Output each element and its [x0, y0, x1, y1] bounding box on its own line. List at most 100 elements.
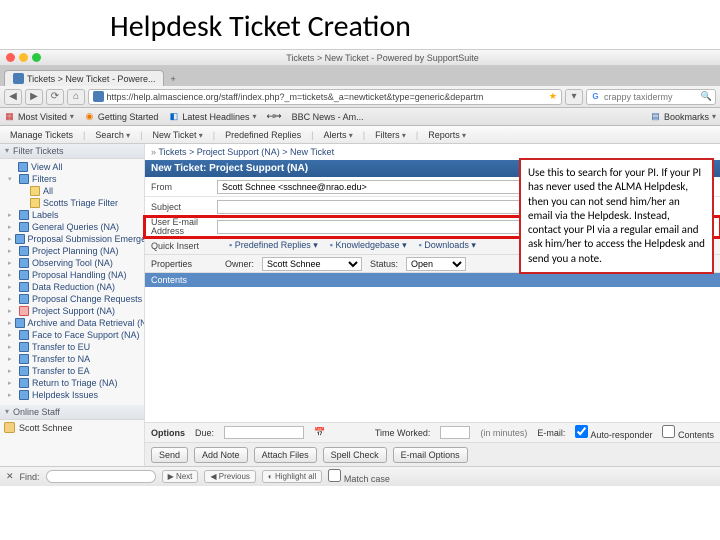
cb-contents[interactable]: Contents — [662, 425, 714, 440]
spell-check-button[interactable]: Spell Check — [323, 447, 387, 463]
minimize-icon[interactable] — [19, 53, 28, 62]
home-button[interactable]: ⌂ — [67, 89, 85, 105]
bm-bbc[interactable]: BBC News - Am... — [292, 112, 364, 122]
tree-label: Face to Face Support (NA) — [32, 330, 140, 340]
bm-latest-headlines[interactable]: ◧Latest Headlines ▾ — [168, 111, 256, 122]
tree-label: Helpdesk Issues — [32, 390, 98, 400]
tree-label: View All — [31, 162, 62, 172]
tree-project-support[interactable]: Project Support (NA) — [4, 305, 144, 317]
google-icon: G — [590, 91, 601, 102]
tree-return-triage[interactable]: Return to Triage (NA) — [4, 377, 144, 389]
menu-search[interactable]: Search — [91, 130, 134, 140]
folder-icon — [19, 378, 29, 388]
tree-data-reduction[interactable]: Data Reduction (NA) — [4, 281, 144, 293]
tree-label: Archive and Data Retrieval (NA) — [28, 318, 144, 328]
button-row: Send Add Note Attach Files Spell Check E… — [145, 442, 720, 466]
tree-scotts-filter[interactable]: Scotts Triage Filter — [4, 197, 144, 209]
menu-alerts[interactable]: Alerts — [320, 130, 357, 140]
rss-icon: ◧ — [168, 111, 179, 122]
cb-autoresponder[interactable]: Auto-responder — [575, 425, 652, 440]
tab-label: Tickets > New Ticket - Powere... — [27, 74, 155, 84]
tree-view-all[interactable]: View All — [4, 161, 144, 173]
search-icon[interactable]: 🔍 — [701, 91, 712, 102]
folder-icon — [19, 294, 29, 304]
browser-tab[interactable]: Tickets > New Ticket - Powere... — [4, 70, 164, 86]
tree-helpdesk-issues[interactable]: Helpdesk Issues — [4, 389, 144, 401]
owner-label: Owner: — [225, 259, 254, 269]
star-icon[interactable]: ★ — [549, 91, 557, 102]
tree-transfer-na[interactable]: Transfer to NA — [4, 353, 144, 365]
back-button[interactable]: ◀ — [4, 89, 22, 105]
options-label: Options — [151, 428, 185, 438]
tree-filters[interactable]: Filters — [4, 173, 144, 185]
forward-button[interactable]: ▶ — [25, 89, 43, 105]
qi-predef[interactable]: Predefined Replies ▾ — [229, 240, 318, 251]
bm-getting-started[interactable]: ◉Getting Started — [84, 111, 159, 122]
tree-general-queries[interactable]: General Queries (NA) — [4, 221, 144, 233]
browser-search[interactable]: G crappy taxidermy 🔍 — [586, 89, 716, 105]
editor-area[interactable] — [145, 287, 720, 422]
find-prev-button[interactable]: ◀ Previous — [204, 470, 256, 483]
status-label: Status: — [370, 259, 398, 269]
email-options-button[interactable]: E-mail Options — [393, 447, 468, 463]
url-text: https://help.almascience.org/staff/index… — [107, 92, 484, 102]
menu-predef-replies[interactable]: Predefined Replies — [221, 130, 305, 140]
menu-reports[interactable]: Reports — [424, 130, 470, 140]
tree-transfer-ea[interactable]: Transfer to EA — [4, 365, 144, 377]
menu-manage-tickets[interactable]: Manage Tickets — [6, 130, 77, 140]
tree-f2f-support[interactable]: Face to Face Support (NA) — [4, 329, 144, 341]
status-select[interactable]: Open — [406, 257, 466, 271]
attach-files-button[interactable]: Attach Files — [254, 447, 317, 463]
dropdown-button[interactable]: ▾ — [565, 89, 583, 105]
bm-bookmarks-menu[interactable]: ▤Bookmarks ▾ — [650, 111, 716, 122]
bm-label: Bookmarks — [664, 112, 709, 122]
close-icon[interactable] — [6, 53, 15, 62]
folder-icon — [19, 258, 29, 268]
owner-select[interactable]: Scott Schnee — [262, 257, 362, 271]
reload-button[interactable]: ⟳ — [46, 89, 64, 105]
folder-icon — [19, 282, 29, 292]
tree-proposal-emergency[interactable]: Proposal Submission Emergency — [4, 233, 144, 245]
qi-knowledgebase[interactable]: Knowledgebase ▾ — [330, 240, 407, 251]
menu-filters[interactable]: Filters — [371, 130, 410, 140]
find-input[interactable] — [46, 470, 156, 483]
find-close-icon[interactable]: ✕ — [6, 471, 14, 482]
tree-labels[interactable]: Labels — [4, 209, 144, 221]
bm-most-visited[interactable]: ▦Most Visited ▾ — [4, 111, 74, 122]
bookmarks-icon: ▤ — [650, 111, 661, 122]
browser-window: Tickets > New Ticket - Powered by Suppor… — [0, 49, 720, 486]
due-input[interactable] — [224, 426, 304, 439]
find-next-button[interactable]: ▶ Next — [162, 470, 199, 483]
folder-icon — [18, 162, 28, 172]
find-matchcase[interactable]: Match case — [328, 469, 390, 484]
staff-entry[interactable]: Scott Schnee — [0, 420, 144, 435]
tree-archive[interactable]: Archive and Data Retrieval (NA) — [4, 317, 144, 329]
tree-change-requests[interactable]: Proposal Change Requests — [4, 293, 144, 305]
new-tab-button[interactable]: + — [164, 72, 181, 86]
window-title: Tickets > New Ticket - Powered by Suppor… — [45, 53, 720, 63]
tree-transfer-eu[interactable]: Transfer to EU — [4, 341, 144, 353]
tree-label: Project Support (NA) — [32, 306, 115, 316]
tree-all[interactable]: All — [4, 185, 144, 197]
zoom-icon[interactable] — [32, 53, 41, 62]
sidebar-staff-header[interactable]: Online Staff — [0, 405, 144, 420]
tree-project-planning[interactable]: Project Planning (NA) — [4, 245, 144, 257]
menu-new-ticket[interactable]: New Ticket — [149, 130, 207, 140]
bookmark-bar: ▦Most Visited ▾ ◉Getting Started ◧Latest… — [0, 108, 720, 126]
send-button[interactable]: Send — [151, 447, 188, 463]
url-bar[interactable]: https://help.almascience.org/staff/index… — [88, 89, 562, 105]
folder-icon — [30, 186, 40, 196]
sidebar-filter-header[interactable]: Filter Tickets — [0, 144, 144, 159]
toolbar: ◀ ▶ ⟳ ⌂ https://help.almascience.org/sta… — [0, 86, 720, 108]
tree-proposal-handling[interactable]: Proposal Handling (NA) — [4, 269, 144, 281]
email-label: E-mail: — [537, 428, 565, 438]
options-row: Options Due: 📅 Time Worked: (in minutes)… — [145, 422, 720, 442]
calendar-icon[interactable]: 📅 — [314, 427, 325, 438]
folder-icon — [19, 306, 29, 316]
time-worked-input[interactable] — [440, 426, 470, 439]
add-note-button[interactable]: Add Note — [194, 447, 248, 463]
tree-observing-tool[interactable]: Observing Tool (NA) — [4, 257, 144, 269]
find-highlight-button[interactable]: ◐ Highlight all — [262, 470, 322, 483]
qi-downloads[interactable]: Downloads ▾ — [419, 240, 476, 251]
tw-unit: (in minutes) — [480, 428, 527, 438]
